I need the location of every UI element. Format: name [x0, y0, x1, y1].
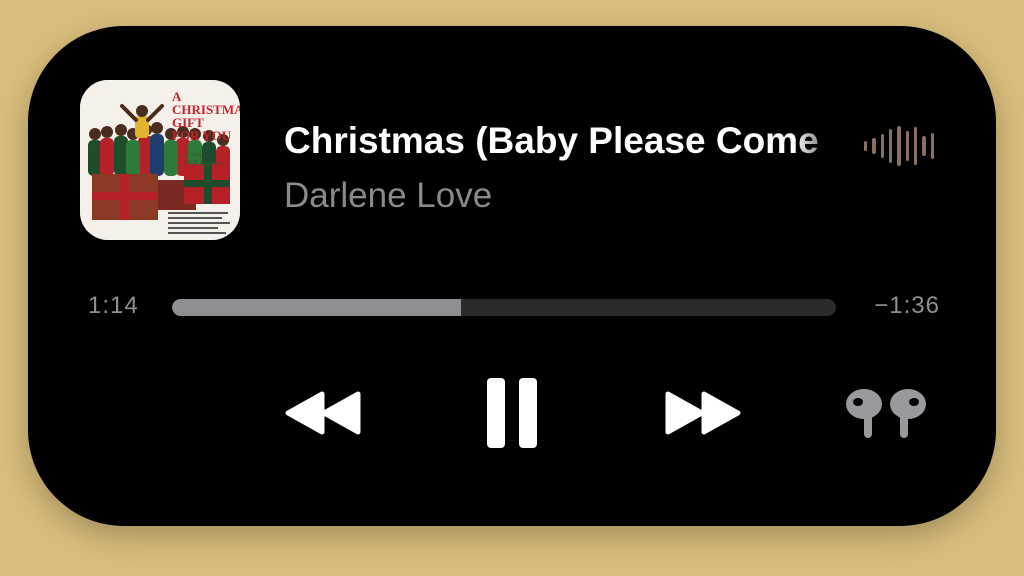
now-playing-widget: A CHRISTMAS GIFT FOR YOU From Phil Spect…: [28, 26, 996, 526]
remaining-time: −1:36: [874, 292, 940, 319]
artist-name[interactable]: Darlene Love: [284, 176, 492, 216]
rewind-button[interactable]: [284, 388, 364, 438]
audio-output-button[interactable]: [844, 382, 928, 442]
pause-icon: [487, 378, 537, 448]
audio-waveform-icon: [864, 122, 934, 170]
track-title[interactable]: Christmas (Baby Please Come: [284, 120, 850, 162]
elapsed-time: 1:14: [88, 292, 139, 319]
backward-icon: [285, 391, 361, 435]
album-cover-subtitle: From Phil Spector: [184, 150, 224, 168]
album-artwork[interactable]: A CHRISTMAS GIFT FOR YOU From Phil Spect…: [80, 80, 240, 240]
pause-button[interactable]: [485, 376, 541, 450]
airpods-pro-icon: [846, 389, 926, 438]
progress-fill: [172, 299, 461, 316]
fast-forward-button[interactable]: [662, 388, 742, 438]
progress-bar[interactable]: [172, 299, 836, 316]
forward-icon: [665, 391, 741, 435]
album-cover-title: A CHRISTMAS GIFT FOR YOU: [172, 89, 240, 143]
